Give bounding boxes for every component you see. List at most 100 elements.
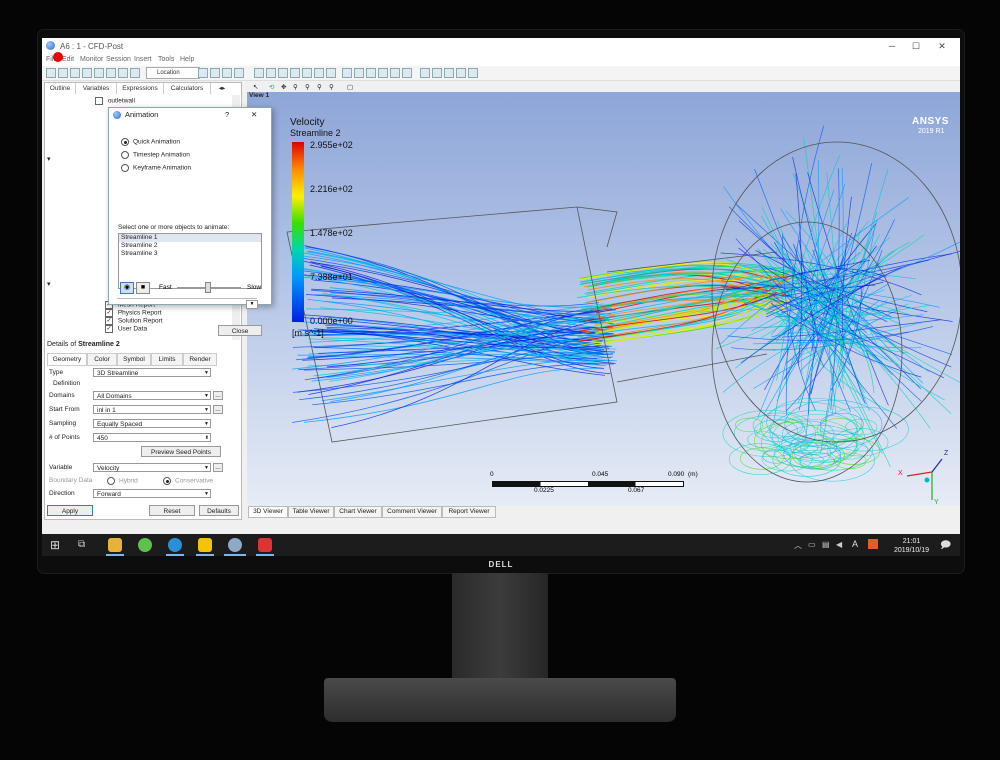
windows-start-icon[interactable]: ⊞ [50, 538, 60, 552]
tree-expand-toggle[interactable]: ▾ [47, 155, 51, 163]
menu-monitor[interactable]: Monitor [80, 56, 103, 63]
new-icon[interactable] [46, 68, 56, 78]
list-item-streamline-1[interactable]: Streamline 1 [119, 234, 261, 242]
chart-icon[interactable] [378, 68, 388, 78]
command-editor-icon[interactable] [456, 68, 466, 78]
tab-comment-viewer[interactable]: Comment Viewer [382, 506, 442, 518]
checkbox[interactable]: ✓ [105, 317, 113, 325]
tree-item-solution-report[interactable]: ✓ Solution Report [105, 317, 163, 325]
points-input[interactable]: 450 ⬍ [93, 433, 211, 442]
reset-button[interactable]: Reset [149, 505, 195, 516]
hybrid-radio[interactable]: Hybrid [107, 477, 138, 485]
animation-object-list[interactable]: Streamline 1 Streamline 2 Streamline 3 [118, 233, 262, 289]
menu-insert[interactable]: Insert [134, 56, 152, 63]
list-item-streamline-2[interactable]: Streamline 2 [119, 242, 261, 250]
list-item-streamline-3[interactable]: Streamline 3 [119, 250, 261, 258]
maximize-button[interactable]: ☐ [906, 40, 926, 52]
task-view-icon[interactable]: ⧉ [78, 539, 85, 550]
tab-chart-viewer[interactable]: Chart Viewer [334, 506, 382, 518]
select-icon[interactable]: ↖ [253, 83, 258, 91]
notification-icon[interactable]: 🗩 [940, 538, 951, 555]
file-explorer-icon[interactable] [108, 538, 122, 552]
menu-tools[interactable]: Tools [158, 56, 174, 63]
export-icon[interactable] [106, 68, 116, 78]
dialog-expand-dropdown[interactable]: ▼ [246, 300, 258, 309]
tab-scroll-arrows[interactable]: ◂▸ [211, 83, 233, 94]
view-cube-icon[interactable]: ▢ [347, 83, 353, 91]
variable-icon[interactable] [342, 68, 352, 78]
quick-animation-radio[interactable]: Quick Animation [121, 138, 180, 146]
variable-select[interactable]: Velocity ▼ [93, 463, 211, 472]
tab-3d-viewer[interactable]: 3D Viewer [248, 506, 288, 518]
case-comparison-icon[interactable] [444, 68, 454, 78]
vector-icon[interactable] [198, 68, 208, 78]
zoom-box-icon[interactable]: ⚲ [305, 83, 310, 91]
domains-select[interactable]: All Domains ▼ [93, 391, 211, 400]
help-button[interactable]: ? [225, 108, 229, 122]
spinner-icon[interactable]: ⬍ [205, 434, 209, 443]
start-from-more-button[interactable]: … [213, 405, 223, 414]
checkbox[interactable] [95, 97, 103, 105]
comment-icon[interactable] [390, 68, 400, 78]
3d-viewer[interactable]: View 1 X Y Z [247, 92, 960, 506]
redo-icon[interactable] [130, 68, 140, 78]
contour-icon[interactable] [210, 68, 220, 78]
open-icon[interactable] [58, 68, 68, 78]
clip-plane-icon[interactable] [314, 68, 324, 78]
rotate-icon[interactable]: ⟲ [269, 83, 274, 91]
text-icon[interactable] [266, 68, 276, 78]
streamline-icon[interactable] [222, 68, 232, 78]
speed-slider-handle[interactable] [205, 282, 211, 293]
sampling-select[interactable]: Equally Spaced ▼ [93, 419, 211, 428]
menu-session[interactable]: Session [106, 56, 131, 63]
tab-table-viewer[interactable]: Table Viewer [288, 506, 334, 518]
table-icon[interactable] [366, 68, 376, 78]
direction-select[interactable]: Forward ▼ [93, 489, 211, 498]
location-dropdown[interactable]: Location [146, 67, 200, 79]
animation-icon[interactable] [420, 68, 430, 78]
checkbox[interactable]: ✓ [105, 325, 113, 333]
recorder-icon[interactable] [258, 538, 272, 552]
coordinate-frame-icon[interactable] [278, 68, 288, 78]
dialog-close-button[interactable]: Close [218, 325, 262, 336]
ansys-workbench-icon[interactable] [198, 538, 212, 552]
color-map-icon[interactable] [326, 68, 336, 78]
instance-transform-icon[interactable] [302, 68, 312, 78]
minimize-button[interactable]: ─ [882, 40, 902, 52]
checkbox[interactable]: ✓ [105, 309, 113, 317]
pan-icon[interactable]: ✥ [281, 83, 286, 91]
apply-button[interactable]: Apply [47, 505, 93, 516]
stop-icon[interactable]: ■ [136, 282, 150, 294]
tree-item-user-data[interactable]: ✓ User Data [105, 325, 147, 333]
cfd-post-icon[interactable] [228, 538, 242, 552]
tray-chevron-icon[interactable]: ︿ [794, 540, 802, 551]
menu-help[interactable]: Help [180, 56, 194, 63]
start-from-select[interactable]: inl in 1 ▼ [93, 405, 211, 414]
zoom-icon[interactable]: ⚲ [293, 83, 298, 91]
tab-report-viewer[interactable]: Report Viewer [442, 506, 496, 518]
defaults-button[interactable]: Defaults [199, 505, 239, 516]
tab-expressions[interactable]: Expressions [117, 83, 164, 94]
clock[interactable]: 21:01 2019/10/19 [894, 537, 929, 555]
type-select[interactable]: 3D Streamline ▼ [93, 368, 211, 377]
app-k-icon[interactable] [168, 538, 182, 552]
network-icon[interactable]: ▤ [822, 540, 830, 549]
tab-variables[interactable]: Variables [76, 83, 117, 94]
tab-limits[interactable]: Limits [151, 353, 183, 366]
tab-outline[interactable]: Outline [45, 83, 76, 94]
figure-icon[interactable] [402, 68, 412, 78]
conservative-radio[interactable]: Conservative [163, 477, 213, 485]
zoom-out-icon[interactable]: ⚲ [329, 83, 334, 91]
tree-item-physics-report[interactable]: ✓ Physics Report [105, 309, 162, 317]
tree-item-outletwall[interactable]: outletwall [95, 97, 135, 105]
domains-more-button[interactable]: … [213, 391, 223, 400]
preview-seed-points-button[interactable]: Preview Seed Points [141, 446, 221, 457]
play-icon[interactable]: ◉ [120, 282, 134, 294]
keyframe-animation-radio[interactable]: Keyframe Animation [121, 164, 191, 172]
volume-render-icon[interactable] [254, 68, 264, 78]
function-calculator-icon[interactable] [468, 68, 478, 78]
tab-color[interactable]: Color [87, 353, 117, 366]
timestep-animation-radio[interactable]: Timestep Animation [121, 151, 190, 159]
tree-expand-toggle[interactable]: ▾ [47, 280, 51, 288]
tab-symbol[interactable]: Symbol [117, 353, 151, 366]
